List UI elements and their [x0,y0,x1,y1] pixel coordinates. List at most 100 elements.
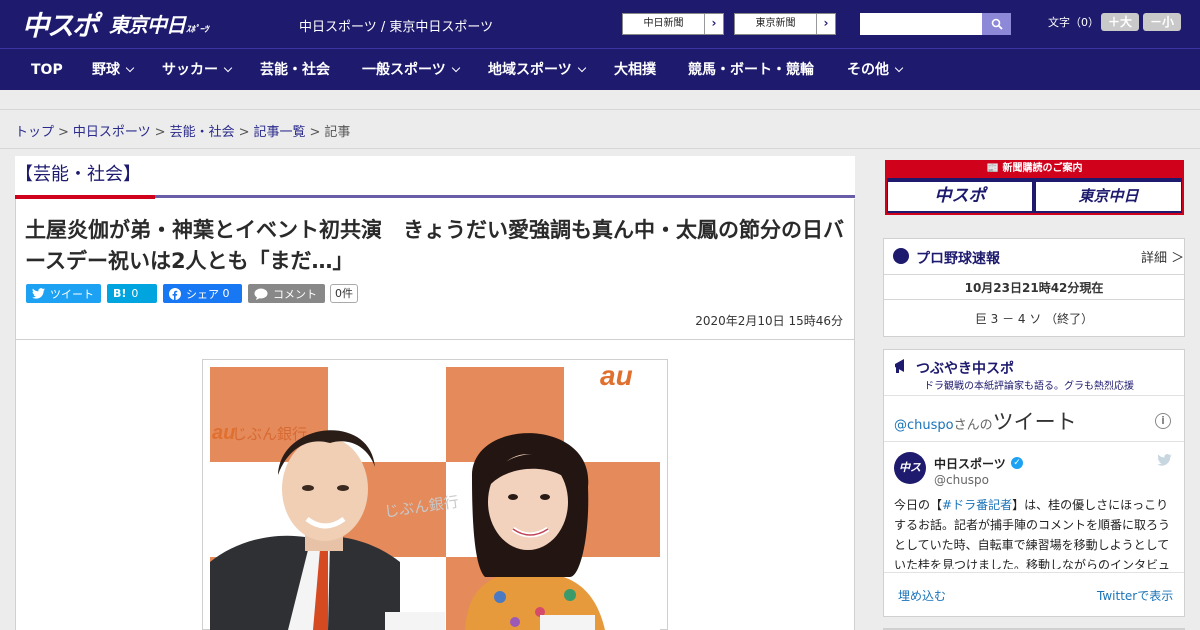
newspaper-icon: 📰 [986,163,1003,174]
chevron-right-icon: › [704,14,723,34]
subscription-title: 📰 新聞購読のご案内 [885,160,1184,178]
tweet-section-subtitle: ドラ観戦の本紙評論家も語る。グラも熱烈応援 [924,381,1134,392]
nav-label: 一般スポーツ [362,62,446,78]
main-nav: TOP 野球 サッカー 芸能・社会 一般スポーツ 地域スポーツ 大相撲 競馬・ボ… [0,48,1200,90]
comment-button[interactable]: コメント [248,284,325,303]
chevron-down-icon [577,63,586,73]
divider [884,274,1184,275]
nav-item-entertainment[interactable]: 芸能・社会 [260,49,330,91]
avatar[interactable]: 中ス [894,452,926,484]
logo-small: ｽﾎﾟｰﾂ [186,24,209,35]
chunichi-shimbun-link[interactable]: 中日新聞 › [622,13,724,35]
breadcrumb-article-list[interactable]: 記事一覧 [254,125,306,140]
tweet-button[interactable]: ツイート [26,284,101,303]
timeline-handle[interactable]: @chuspo [894,418,954,433]
timeline-handle-suffix: さんの [953,418,993,433]
speech-bubble-icon [254,288,268,300]
nav-item-other[interactable]: その他 [847,49,904,91]
breadcrumb-current: 記事 [324,125,351,140]
verified-icon: ✓ [1011,457,1023,469]
twitter-bird-icon [32,288,45,299]
search-icon [991,18,1003,30]
facebook-count: 0 [222,287,230,300]
svg-text:au: au [600,367,633,391]
hatena-icon: B! [113,287,127,300]
chuspo-subscribe-button[interactable]: 中スポ [888,182,1032,211]
tweet-section-title: つぶやき中スポ [916,361,1014,377]
logo-main: 中スポ [22,10,99,42]
info-icon[interactable]: i [1155,413,1171,429]
nav-label: サッカー [162,62,218,78]
facebook-share-button[interactable]: シェア 0 [163,284,242,303]
sub-header-band [0,90,1200,110]
hatena-bookmark-button[interactable]: B! 0 [107,284,157,303]
timeline-heading: @chuspoさんのツイート [894,406,1077,436]
breadcrumb-entertainment[interactable]: 芸能・社会 [170,125,235,140]
search-button[interactable] [982,13,1011,35]
tweet-text-pre: 今日の【 [894,498,943,512]
tweet-label: ツイート [50,287,94,301]
category-title[interactable]: 【芸能・社会】 [15,160,141,186]
nav-label: 競馬・ボート・競輪 [688,62,814,78]
facebook-share-label: シェア [186,287,219,301]
divider [0,148,1200,149]
chevron-down-icon [451,63,460,73]
breadcrumb: トップ > 中日スポーツ > 芸能・社会 > 記事一覧 > 記事 [15,125,351,140]
baseball-icon [893,248,909,264]
category-header [15,156,855,199]
twitter-bird-icon[interactable] [1157,454,1172,466]
photo-image: au じぶん銀行 じぶん銀行 au [210,367,660,630]
tweet-account-handle[interactable]: @chuspo [934,473,989,487]
chevron-down-icon [223,63,233,73]
nav-item-general-sports[interactable]: 一般スポーツ [362,49,460,91]
nav-label: その他 [847,62,889,78]
site-title[interactable]: 中日スポーツ / 東京中日スポーツ [299,16,493,35]
divider [884,395,1184,396]
comment-label: コメント [273,287,317,301]
logo-sub: 東京中日 [109,12,186,37]
article-headline: 土屋炎伽が弟・神葉とイベント初共演 きょうだい愛強調も真ん中・太鳳の節分の日バー… [25,218,844,273]
tokyo-shimbun-link[interactable]: 東京新聞 › [734,13,836,35]
search-input[interactable] [860,13,982,35]
nav-label: 地域スポーツ [488,62,572,78]
nav-label: 野球 [92,62,120,78]
game-result[interactable]: 巨 3 － 4 ソ （終了） [884,310,1184,327]
nav-item-top[interactable]: TOP [31,49,63,91]
font-bigger-button[interactable]: ＋大 [1101,13,1139,31]
nav-item-baseball[interactable]: 野球 [92,49,135,91]
breadcrumb-chunichi-sports[interactable]: 中日スポーツ [73,125,151,140]
article-photo[interactable]: au じぶん銀行 じぶん銀行 au [210,367,660,630]
tokyo-chunichi-subscribe-button[interactable]: 東京中日 [1036,182,1181,211]
nav-item-racing[interactable]: 競馬・ボート・競輪 [688,49,814,91]
facebook-icon [169,287,181,300]
tweet-hashtag[interactable]: #ドラ番記者 [942,498,1012,512]
nav-item-local-sports[interactable]: 地域スポーツ [488,49,586,91]
nav-label: TOP [31,62,63,78]
view-on-twitter-link[interactable]: Twitterで表示 [1097,587,1173,604]
divider [884,299,1184,300]
embed-link[interactable]: 埋め込む [898,587,946,604]
baseball-detail-link[interactable]: 詳細 ＞ [1141,247,1184,266]
subscription-title-text: 新聞購読のご案内 [1002,163,1083,174]
timeline-tweets-label: ツイート [992,410,1077,434]
site-logo[interactable]: 中スポ 東京中日 ｽﾎﾟｰﾂ [22,6,209,42]
divider [884,441,1184,442]
nav-item-soccer[interactable]: サッカー [162,49,233,91]
article-date: 2020年2月10日 15時46分 [695,314,843,328]
font-smaller-button[interactable]: －小 [1143,13,1181,31]
tweet-body: 今日の【#ドラ番記者】は、桂の優しさにほっこりするお話。記者が捕手陣のコメントを… [894,495,1174,569]
divider [884,572,1184,573]
chevron-down-icon [125,63,135,73]
megaphone-icon [895,359,904,373]
hatena-count: 0 [131,287,139,300]
chunichi-shimbun-label: 中日新聞 [643,18,684,29]
comment-count: 0件 [330,284,358,303]
font-size-label: 文字（0） [1048,16,1099,29]
photo-bank-text: じぶん銀行 [232,425,307,443]
tweet-account-name[interactable]: 中日スポーツ [934,455,1006,472]
breadcrumb-top[interactable]: トップ [15,125,54,140]
nav-item-sumo[interactable]: 大相撲 [614,49,656,91]
chevron-down-icon [894,63,904,73]
tokyo-shimbun-label: 東京新聞 [755,18,796,29]
nav-label: 大相撲 [614,62,656,78]
